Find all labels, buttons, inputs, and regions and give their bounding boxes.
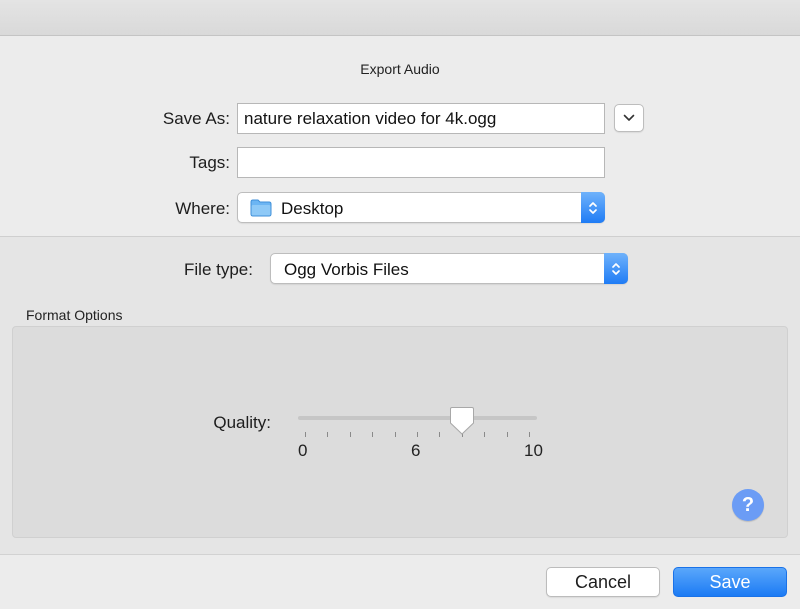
slider-tick <box>305 432 306 437</box>
save-as-field[interactable] <box>237 103 605 134</box>
format-options-title: Format Options <box>26 307 123 323</box>
slider-tick <box>350 432 351 437</box>
where-value: Desktop <box>281 199 344 218</box>
slider-tick <box>327 432 328 437</box>
file-type-popup[interactable]: Ogg Vorbis Files <box>270 253 628 284</box>
save-as-label: Save As: <box>162 109 230 128</box>
question-mark-icon: ? <box>741 493 755 516</box>
window-title-bar <box>0 0 800 36</box>
where-stepper <box>581 192 605 223</box>
file-type-value: Ogg Vorbis Files <box>284 260 409 279</box>
slider-tick <box>529 432 530 437</box>
where-popup[interactable]: Desktop <box>237 192 605 223</box>
cancel-button[interactable]: Cancel <box>546 567 660 597</box>
folder-icon <box>250 199 272 217</box>
footer-divider <box>0 554 800 555</box>
slider-tick <box>395 432 396 437</box>
slider-tick <box>507 432 508 437</box>
quality-label: Quality: <box>213 413 271 432</box>
quality-min-label: 0 <box>298 441 308 460</box>
slider-tick <box>484 432 485 437</box>
tags-label: Tags: <box>189 153 230 172</box>
up-down-arrows-icon <box>612 262 620 275</box>
expand-dialog-button[interactable] <box>614 104 644 132</box>
slider-tick <box>417 432 418 437</box>
quality-mid-label: 6 <box>411 441 421 460</box>
where-label: Where: <box>175 199 230 218</box>
quality-slider-track[interactable] <box>298 416 537 420</box>
quality-slider-thumb[interactable] <box>449 406 475 436</box>
quality-max-label: 10 <box>524 441 543 460</box>
file-type-label: File type: <box>184 260 253 279</box>
chevron-down-icon <box>623 114 635 121</box>
format-options-box <box>12 326 788 538</box>
slider-tick <box>372 432 373 437</box>
tags-field[interactable] <box>237 147 605 178</box>
dialog-title: Export Audio <box>360 61 440 77</box>
save-button[interactable]: Save <box>673 567 787 597</box>
file-type-stepper <box>604 253 628 284</box>
slider-tick <box>439 432 440 437</box>
up-down-arrows-icon <box>589 201 597 214</box>
help-button[interactable]: ? <box>732 489 764 521</box>
